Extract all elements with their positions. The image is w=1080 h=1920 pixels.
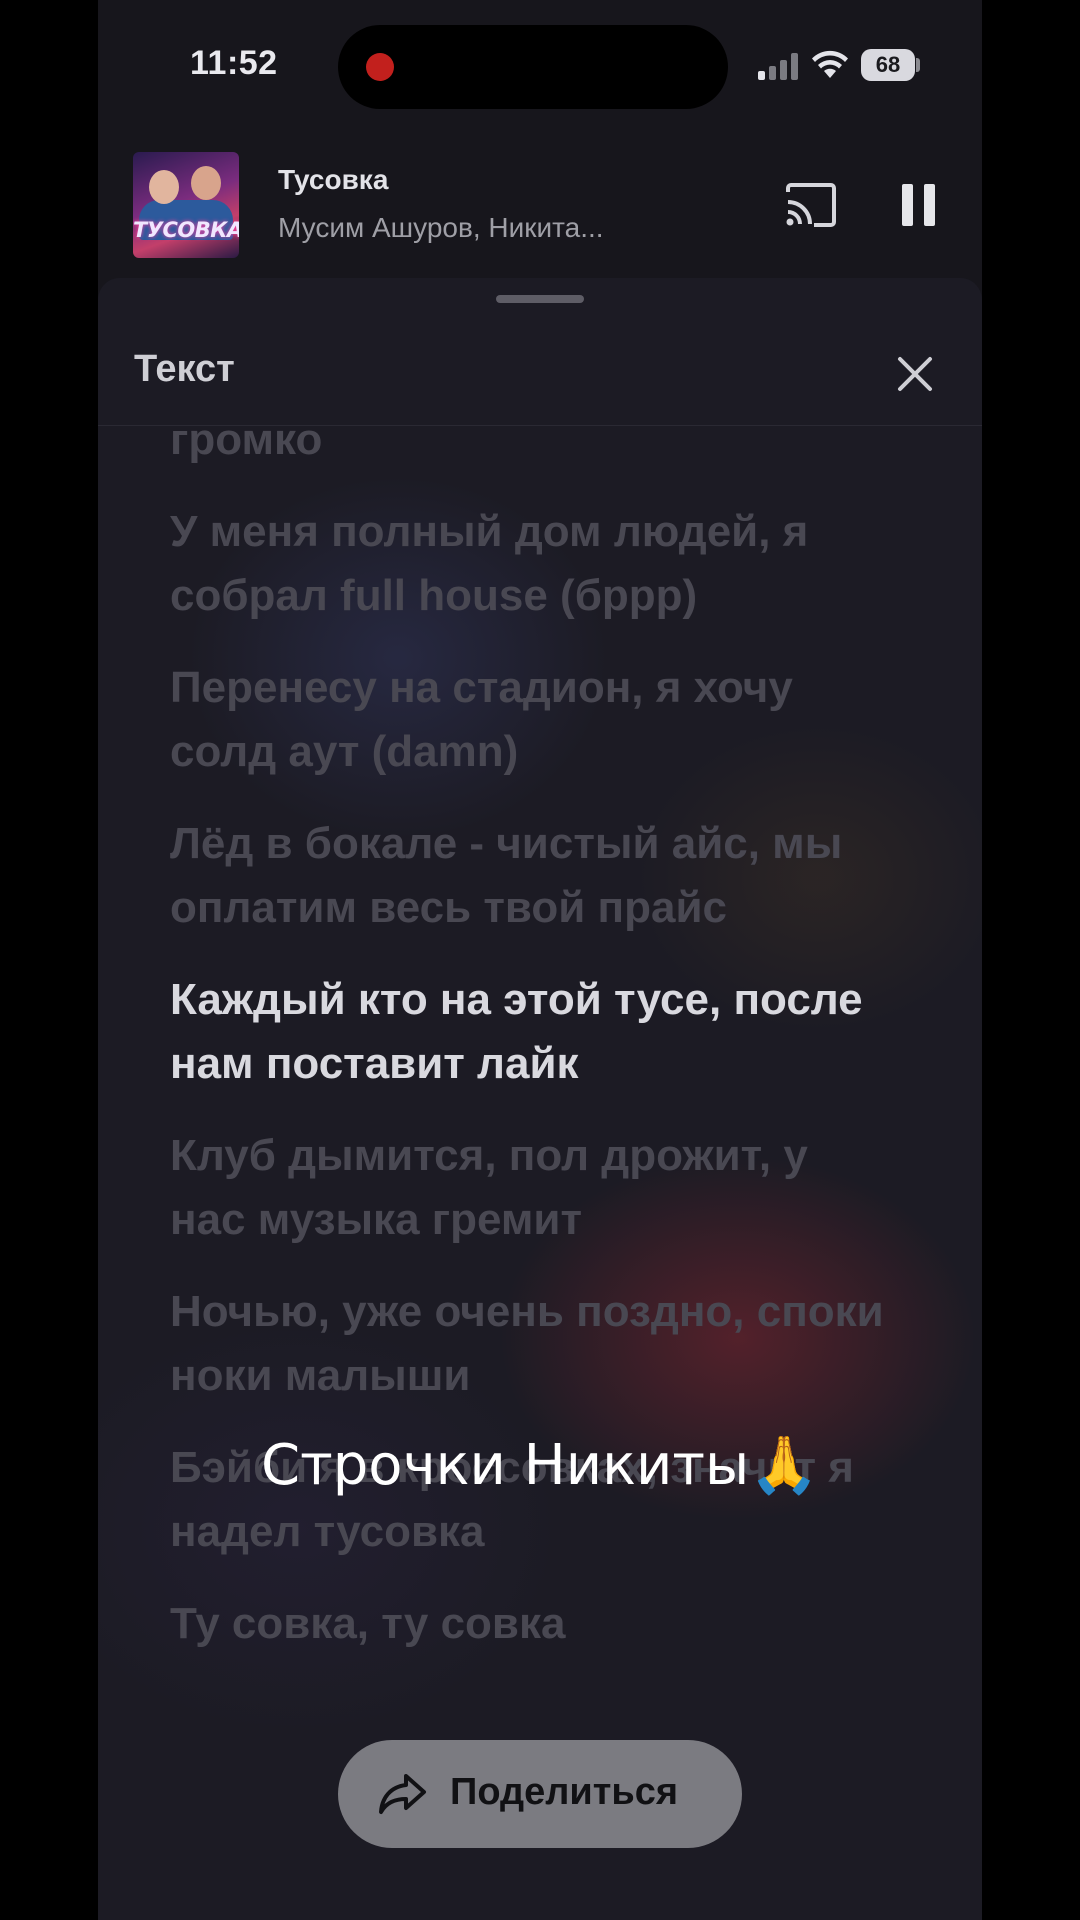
album-art-logo: ТУСОВКА (133, 218, 239, 242)
lyric-line[interactable]: Клуб дымится, пол дрожит, у нас музыка г… (170, 1124, 890, 1252)
track-artist[interactable]: Мусим Ашуров, Никита... (278, 212, 604, 244)
lyric-line[interactable]: Перенесу на стадион, я хочу солд аут (da… (170, 656, 890, 784)
dynamic-island (338, 25, 728, 109)
phone-screen: 11:52 68 ТУСОВКА Тусовка Мусим Ашуров, Н… (98, 0, 982, 1920)
battery-icon: 68 (861, 49, 915, 81)
share-button[interactable]: Поделиться (338, 1740, 742, 1848)
drag-handle[interactable] (496, 295, 584, 303)
video-caption: Строчки Никиты🙏 (261, 1433, 819, 1498)
header-divider (98, 425, 982, 426)
share-button-label: Поделиться (450, 1771, 679, 1813)
share-arrow-icon (379, 1774, 426, 1814)
lyric-line-active[interactable]: Каждый кто на этой тусе, после нам поста… (170, 968, 890, 1096)
cast-icon[interactable] (784, 182, 838, 228)
sheet-header: Текст (98, 278, 982, 426)
pause-icon (924, 184, 935, 226)
lyric-line[interactable]: Лёд в бокале - чистый айс, мы оплатим ве… (170, 812, 890, 940)
lyrics-sheet[interactable]: громко У меня полный дом людей, я собрал … (98, 278, 982, 1920)
recording-indicator-icon (366, 53, 394, 81)
close-icon[interactable] (895, 354, 935, 394)
pause-icon (902, 184, 913, 226)
battery-tip (916, 58, 920, 72)
cellular-signal-icon (758, 52, 802, 80)
album-art-figure (191, 166, 221, 200)
wifi-icon (812, 50, 848, 78)
status-time: 11:52 (190, 44, 278, 82)
pause-button[interactable] (902, 184, 936, 226)
sheet-title: Текст (134, 348, 235, 390)
album-art[interactable]: ТУСОВКА (133, 152, 239, 258)
lyric-line[interactable]: Ночью, уже очень поздно, споки ноки малы… (170, 1280, 890, 1408)
lyric-line[interactable]: У меня полный дом людей, я собрал full h… (170, 500, 890, 628)
album-art-figure (149, 170, 179, 204)
track-title[interactable]: Тусовка (278, 164, 388, 196)
